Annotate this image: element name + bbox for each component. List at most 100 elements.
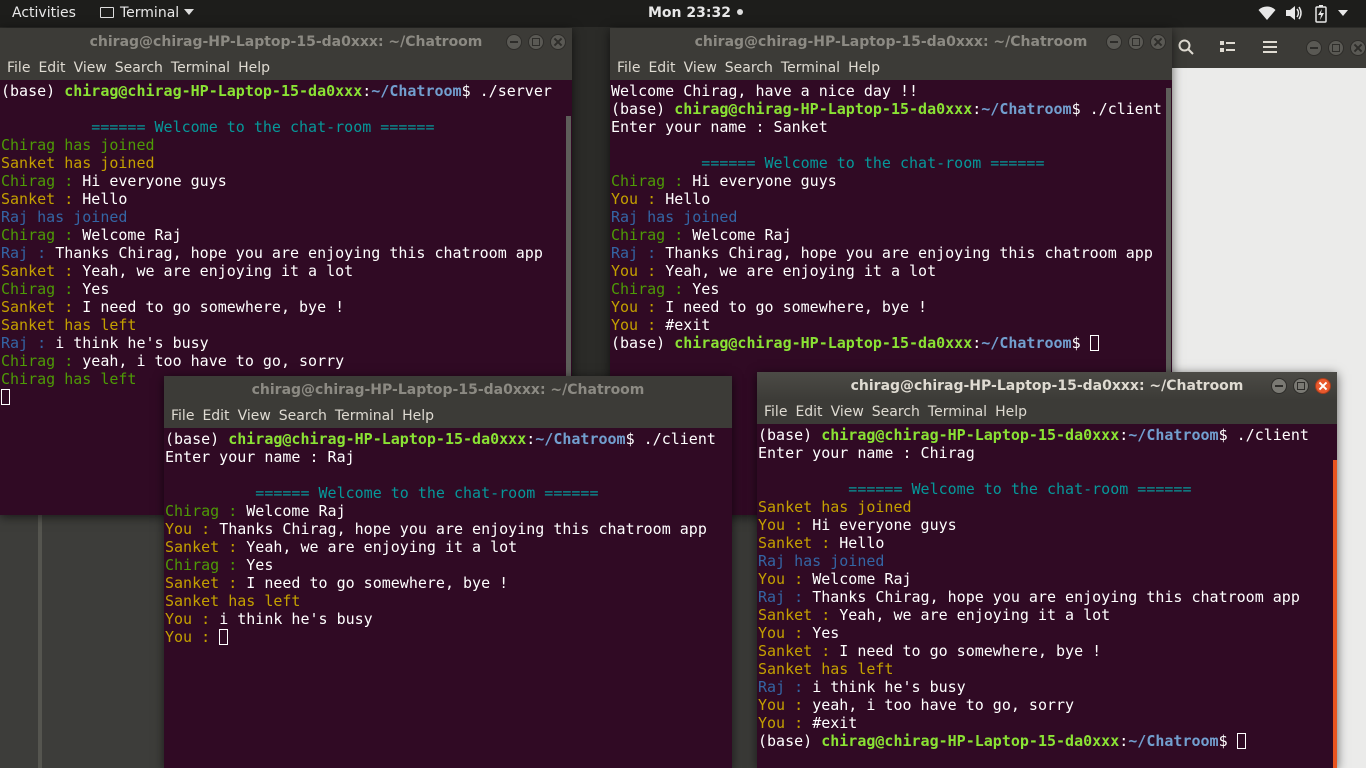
terminal-text: You : <box>165 628 220 646</box>
terminal-text: (base) <box>611 334 675 352</box>
window-titlebar[interactable]: chirag@chirag-HP-Laptop-15-da0xxx: ~/Cha… <box>164 376 732 404</box>
menu-item-edit[interactable]: Edit <box>202 408 229 424</box>
terminal-text: Yeah, we are enjoying it a lot <box>82 262 354 280</box>
terminal-text: i think he's busy <box>219 610 373 628</box>
terminal-text: (base) <box>611 100 675 118</box>
terminal-line: You : #exit <box>758 714 1337 732</box>
terminal-output[interactable]: (base) chirag@chirag-HP-Laptop-15-da0xxx… <box>165 430 732 768</box>
clock-label: Mon 23:32 <box>648 5 731 21</box>
menu-item-file[interactable]: File <box>617 60 640 76</box>
menu-item-view[interactable]: View <box>74 60 107 76</box>
close-icon[interactable] <box>1350 40 1366 56</box>
terminal-text: You : <box>758 516 813 534</box>
menu-item-file[interactable]: File <box>764 404 787 420</box>
terminal-line: Raj : i think he's busy <box>1 334 572 352</box>
terminal-text: Thanks Chirag, hope you are enjoying thi… <box>55 244 543 262</box>
view-toggle-icon[interactable] <box>1220 40 1236 54</box>
maximize-icon[interactable] <box>528 34 544 50</box>
terminal-text: Chirag : <box>165 502 247 520</box>
app-menu-button[interactable]: Terminal <box>100 0 195 27</box>
terminal-text: Sanket : <box>1 298 83 316</box>
menu-item-help[interactable]: Help <box>848 60 880 76</box>
terminal-text: : <box>972 100 982 118</box>
minimize-icon[interactable] <box>506 34 522 50</box>
terminal-text: Raj has joined <box>758 552 885 570</box>
terminal-text: ====== Welcome to the chat-room ====== <box>165 484 599 502</box>
menu-item-file[interactable]: File <box>171 408 194 424</box>
activities-button[interactable]: Activities <box>12 0 76 27</box>
window-titlebar[interactable]: chirag@chirag-HP-Laptop-15-da0xxx: ~/Cha… <box>0 28 572 56</box>
terminal-text: I need to go somewhere, bye ! <box>839 642 1102 660</box>
menu-item-search[interactable]: Search <box>115 60 163 76</box>
terminal-text: (base) <box>165 430 229 448</box>
terminal-text: chirag@chirag-HP-Laptop-15-da0xxx <box>821 426 1120 444</box>
menu-item-edit[interactable]: Edit <box>795 404 822 420</box>
desktop-background <box>0 515 164 768</box>
terminal-line: Enter your name : Chirag <box>758 444 1337 462</box>
terminal-text: chirag@chirag-HP-Laptop-15-da0xxx <box>228 430 527 448</box>
menu-item-help[interactable]: Help <box>995 404 1027 420</box>
window-titlebar[interactable]: chirag@chirag-HP-Laptop-15-da0xxx: ~/Cha… <box>757 372 1337 400</box>
terminal-text: : <box>526 430 536 448</box>
menu-item-view[interactable]: View <box>831 404 864 420</box>
text-cursor[interactable] <box>1 389 10 405</box>
terminal-line: Raj has joined <box>758 552 1337 570</box>
menu-item-edit[interactable]: Edit <box>38 60 65 76</box>
menu-item-help[interactable]: Help <box>238 60 270 76</box>
scrollbar[interactable] <box>1333 460 1337 768</box>
menu-item-search[interactable]: Search <box>872 404 920 420</box>
terminal-window-chirag[interactable]: chirag@chirag-HP-Laptop-15-da0xxx: ~/Cha… <box>757 372 1337 768</box>
window-controls <box>1100 34 1166 56</box>
scrollbar[interactable] <box>566 116 571 416</box>
minimize-icon[interactable] <box>1106 34 1122 50</box>
terminal-line: ====== Welcome to the chat-room ====== <box>611 154 1172 172</box>
terminal-text: Welcome Raj <box>82 226 182 244</box>
menu-item-help[interactable]: Help <box>402 408 434 424</box>
menu-item-search[interactable]: Search <box>725 60 773 76</box>
notification-dot-icon <box>736 9 743 15</box>
close-icon[interactable] <box>1150 34 1166 50</box>
terminal-text: ====== Welcome to the chat-room ====== <box>611 154 1045 172</box>
text-cursor[interactable] <box>1089 335 1099 351</box>
terminal-text: Yes <box>812 624 840 642</box>
close-icon[interactable] <box>550 34 566 50</box>
menu-item-terminal[interactable]: Terminal <box>781 60 840 76</box>
terminal-text: Sanket has joined <box>1 154 155 172</box>
terminal-text: Raj has joined <box>1 208 128 226</box>
menu-item-terminal[interactable]: Terminal <box>171 60 230 76</box>
text-cursor[interactable] <box>219 629 229 645</box>
volume-icon[interactable] <box>1285 5 1303 21</box>
scrollbar[interactable] <box>1166 88 1171 408</box>
terminal-text: Sanket has left <box>758 660 894 678</box>
battery-icon[interactable] <box>1313 5 1329 23</box>
window-titlebar[interactable]: chirag@chirag-HP-Laptop-15-da0xxx: ~/Cha… <box>610 28 1172 56</box>
maximize-icon[interactable] <box>1328 40 1344 56</box>
hamburger-menu-icon[interactable] <box>1263 41 1277 53</box>
menu-item-search[interactable]: Search <box>279 408 327 424</box>
menu-item-view[interactable]: View <box>238 408 271 424</box>
wifi-icon[interactable] <box>1258 5 1276 21</box>
maximize-icon[interactable] <box>1128 34 1144 50</box>
terminal-line: Chirag : yeah, i too have to go, sorry <box>1 352 572 370</box>
menu-item-edit[interactable]: Edit <box>648 60 675 76</box>
terminal-line: Enter your name : Raj <box>165 448 732 466</box>
close-icon[interactable] <box>1315 378 1331 394</box>
app-menu-label: Terminal <box>120 5 180 21</box>
terminal-text: Thanks Chirag, hope you are enjoying thi… <box>812 588 1300 606</box>
terminal-text: I need to go somewhere, bye ! <box>246 574 509 592</box>
search-icon[interactable] <box>1178 39 1194 55</box>
terminal-text: Enter your name : Chirag <box>758 444 975 462</box>
minimize-icon[interactable] <box>1306 40 1322 56</box>
text-cursor[interactable] <box>1236 733 1246 749</box>
minimize-icon[interactable] <box>1271 378 1287 394</box>
menu-item-file[interactable]: File <box>7 60 30 76</box>
clock-button[interactable]: Mon 23:32 <box>648 0 743 27</box>
terminal-line: (base) chirag@chirag-HP-Laptop-15-da0xxx… <box>611 100 1172 118</box>
system-menu-caret-icon[interactable] <box>1338 10 1348 16</box>
maximize-icon[interactable] <box>1293 378 1309 394</box>
terminal-window-raj[interactable]: chirag@chirag-HP-Laptop-15-da0xxx: ~/Cha… <box>164 376 732 768</box>
menu-item-terminal[interactable]: Terminal <box>928 404 987 420</box>
menu-item-terminal[interactable]: Terminal <box>335 408 394 424</box>
menu-item-view[interactable]: View <box>684 60 717 76</box>
terminal-output[interactable]: (base) chirag@chirag-HP-Laptop-15-da0xxx… <box>758 426 1337 768</box>
